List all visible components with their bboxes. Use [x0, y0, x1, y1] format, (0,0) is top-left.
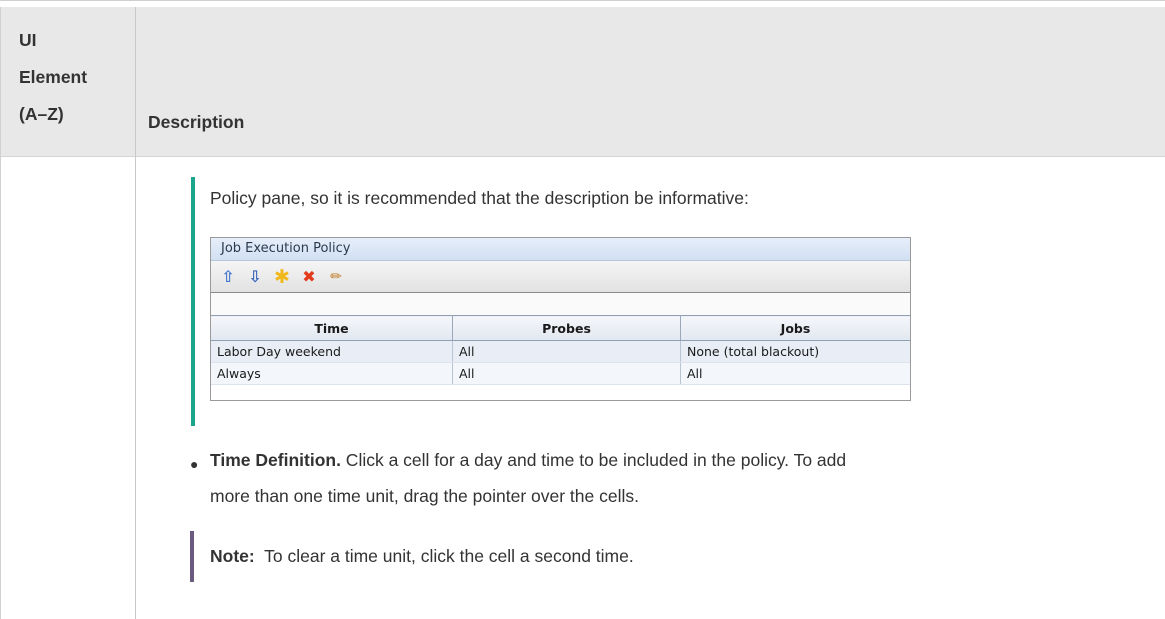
table-row: Always All All — [211, 362, 910, 385]
header-ui-line2: Element — [19, 67, 88, 87]
table-cell: Always — [211, 362, 453, 385]
policy-table: Time Probes Jobs Labor Day weekend All N… — [211, 315, 910, 385]
example-left-bar — [191, 177, 195, 426]
new-icon: ✱ — [274, 265, 290, 288]
table-cell: All — [680, 362, 910, 385]
table-cell: Labor Day weekend — [211, 340, 453, 363]
table-top-border — [0, 0, 1165, 7]
time-definition-label: Time Definition. — [210, 450, 341, 470]
job-execution-policy-screenshot: Job Execution Policy ⇧ ⇩ ✱ ✖ ✏ Time Prob… — [210, 237, 911, 401]
column-header-time: Time — [211, 315, 453, 341]
table-cell: All — [452, 340, 681, 363]
header-ui-line3: (A–Z) — [19, 104, 64, 124]
note-body: To clear a time unit, click the cell a s… — [254, 546, 634, 566]
table-left-border — [0, 7, 1, 619]
note-label: Note: — [210, 546, 255, 566]
arrow-down-icon: ⇩ — [248, 267, 262, 286]
intro-text: Policy pane, so it is recommended that t… — [210, 188, 749, 208]
delete-icon: ✖ — [302, 267, 316, 286]
column-header-probes: Probes — [452, 315, 681, 341]
header-description: Description — [148, 112, 245, 132]
column-divider — [135, 7, 136, 157]
time-definition-line1: Time Definition. Click a cell for a day … — [210, 450, 846, 471]
bullet-icon: ● — [190, 456, 199, 472]
screenshot-toolbar: ⇧ ⇩ ✱ ✖ ✏ — [211, 261, 910, 293]
arrow-up-icon: ⇧ — [221, 267, 235, 286]
time-definition-text: Click a cell for a day and time to be in… — [340, 450, 847, 470]
column-divider — [135, 157, 136, 619]
note: Note: To clear a time unit, click the ce… — [210, 546, 634, 567]
table-cell: All — [452, 362, 681, 385]
table-cell: None (total blackout) — [680, 340, 910, 363]
table-row: Labor Day weekend All None (total blacko… — [211, 340, 910, 363]
column-header-jobs: Jobs — [680, 315, 910, 341]
screenshot-title: Job Execution Policy — [211, 238, 910, 261]
header-ui-line1: UI — [19, 30, 37, 50]
note-left-bar — [190, 531, 194, 582]
screenshot-gap — [211, 293, 910, 315]
time-definition-line2: more than one time unit, drag the pointe… — [210, 486, 639, 506]
header-ui-element: UI Element (A–Z) — [19, 22, 87, 133]
table-header-row — [0, 7, 1165, 157]
edit-icon: ✏ — [330, 268, 342, 285]
